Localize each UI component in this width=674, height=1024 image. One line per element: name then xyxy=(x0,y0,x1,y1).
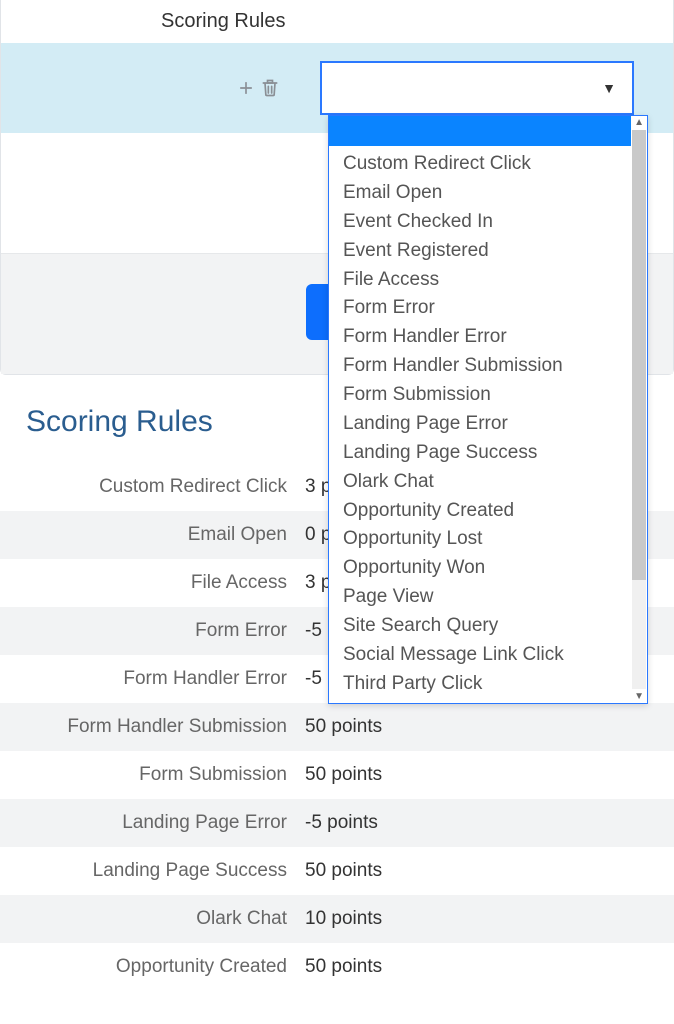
dropdown-option[interactable]: Form Handler Error xyxy=(343,323,631,352)
dropdown-option[interactable]: Olark Chat xyxy=(343,468,631,497)
dropdown-option[interactable]: Landing Page Error xyxy=(343,410,631,439)
scroll-thumb[interactable] xyxy=(632,130,646,580)
dropdown-option[interactable]: Opportunity Lost xyxy=(343,525,631,554)
rule-label: Landing Page Error xyxy=(0,799,305,847)
rule-value: 50 points xyxy=(305,847,674,895)
rule-label: File Access xyxy=(0,559,305,607)
dropdown-option[interactable]: Custom Redirect Click xyxy=(343,150,631,179)
panel-title: Scoring Rules xyxy=(1,0,673,43)
add-icon[interactable] xyxy=(236,78,256,98)
dropdown-option[interactable]: Form Handler Submission xyxy=(343,352,631,381)
scoring-rules-panel: Scoring Rules ▼ Custom Redirect Clic xyxy=(0,0,674,375)
rule-label: Landing Page Success xyxy=(0,847,305,895)
dropdown-option[interactable]: Event Checked In xyxy=(343,208,631,237)
rule-type-select[interactable]: ▼ xyxy=(320,61,634,115)
dropdown-option[interactable]: File Access xyxy=(343,266,631,295)
delete-icon[interactable] xyxy=(260,77,280,99)
scroll-up-arrow-icon[interactable]: ▲ xyxy=(634,117,644,128)
rule-value: 10 points xyxy=(305,895,674,943)
dropdown-selected-blank[interactable] xyxy=(329,116,631,146)
scroll-down-arrow-icon[interactable]: ▼ xyxy=(634,691,644,702)
rule-label: Opportunity Created xyxy=(0,943,305,991)
dropdown-option[interactable]: Opportunity Won xyxy=(343,554,631,583)
table-row: Opportunity Created50 points xyxy=(0,943,674,991)
rule-label: Form Handler Error xyxy=(0,655,305,703)
dropdown-option[interactable]: Email Open xyxy=(343,179,631,208)
rule-label: Form Handler Submission xyxy=(0,703,305,751)
row-action-icons xyxy=(236,77,280,99)
dropdown-option[interactable]: Event Registered xyxy=(343,237,631,266)
dropdown-option[interactable]: Form Submission xyxy=(343,381,631,410)
table-row: Landing Page Success50 points xyxy=(0,847,674,895)
dropdown-option[interactable]: Page View xyxy=(343,583,631,612)
dropdown-option[interactable]: Landing Page Success xyxy=(343,439,631,468)
table-row: Landing Page Error-5 points xyxy=(0,799,674,847)
dropdown-scrollbar[interactable]: ▲ ▼ xyxy=(631,116,647,703)
rule-label: Olark Chat xyxy=(0,895,305,943)
rule-label: Form Error xyxy=(0,607,305,655)
table-row: Form Submission50 points xyxy=(0,751,674,799)
table-row: Olark Chat10 points xyxy=(0,895,674,943)
rule-value: -5 points xyxy=(305,799,674,847)
rule-value: 50 points xyxy=(305,943,674,991)
table-row: Form Handler Submission50 points xyxy=(0,703,674,751)
primary-action-button[interactable] xyxy=(306,284,330,340)
caret-down-icon: ▼ xyxy=(602,80,616,96)
rule-label: Form Submission xyxy=(0,751,305,799)
rule-label: Email Open xyxy=(0,511,305,559)
dropdown-option[interactable]: Social Message Link Click xyxy=(343,641,631,670)
rule-label: Custom Redirect Click xyxy=(0,463,305,511)
dropdown-option-list: Custom Redirect ClickEmail OpenEvent Che… xyxy=(329,146,631,703)
rule-type-dropdown: Custom Redirect ClickEmail OpenEvent Che… xyxy=(328,115,648,704)
rule-value: 50 points xyxy=(305,703,674,751)
dropdown-option[interactable]: Third Party Click xyxy=(343,670,631,699)
dropdown-option[interactable]: Form Error xyxy=(343,294,631,323)
dropdown-option[interactable]: Opportunity Created xyxy=(343,497,631,526)
dropdown-option[interactable]: Site Search Query xyxy=(343,612,631,641)
rule-value: 50 points xyxy=(305,751,674,799)
